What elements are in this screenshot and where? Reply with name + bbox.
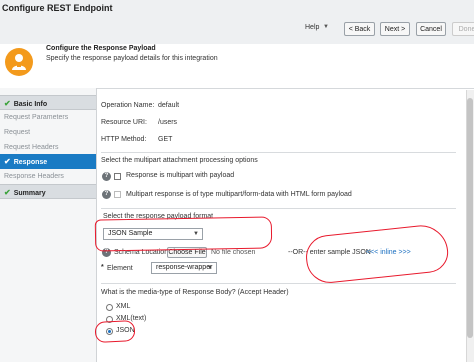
sidebar-item-label: Summary <box>13 190 46 197</box>
sidebar-item-response[interactable]: ✔ Response <box>0 154 96 169</box>
element-value: response-wrapper <box>156 264 213 271</box>
http-method-value: GET <box>158 136 173 143</box>
media-type-heading: What is the media-type of Response Body?… <box>101 289 289 296</box>
done-button[interactable]: Done <box>452 22 474 36</box>
chevron-down-icon[interactable]: ▼ <box>323 24 329 30</box>
operation-name-value: default <box>158 102 180 109</box>
section-divider <box>101 208 456 209</box>
element-select[interactable]: response-wrapper ▼ <box>151 262 217 274</box>
sidebar-item-label: Basic Info <box>13 101 48 108</box>
page-subtitle: Specify the response payload details for… <box>46 55 218 62</box>
cancel-button[interactable]: Cancel <box>416 22 446 36</box>
checkmark-icon: ✔ <box>4 188 11 197</box>
help-icon[interactable]: ? <box>102 172 111 181</box>
chevron-down-icon: ▼ <box>207 265 213 271</box>
required-asterisk: * <box>101 264 104 271</box>
annotation-circle-format <box>94 216 273 252</box>
element-label: Element <box>107 265 133 272</box>
scrollbar-thumb[interactable] <box>467 98 473 338</box>
help-menu[interactable]: Help <box>305 24 319 31</box>
sidebar-item-label: Request Parameters <box>4 114 69 121</box>
page-title: Configure the Response Payload <box>46 45 156 52</box>
multipart-form-data-label: Multipart response is of type multipart/… <box>126 191 352 198</box>
sidebar-item-summary[interactable]: ✔ Summary <box>0 184 96 199</box>
multipart-heading: Select the multipart attachment processi… <box>101 157 258 164</box>
multipart-form-data-checkbox[interactable] <box>114 191 121 198</box>
sidebar-item-request[interactable]: Request <box>0 125 96 140</box>
checkmark-icon: ✔ <box>4 99 11 108</box>
sidebar-item-label: Request Headers <box>4 144 59 151</box>
resource-uri-label: Resource URI: <box>101 119 147 126</box>
back-button[interactable]: < Back <box>344 22 375 36</box>
next-button[interactable]: Next > <box>380 22 410 36</box>
resource-uri-value: /users <box>158 119 178 126</box>
sidebar-item-label: Request <box>4 129 31 136</box>
checkmark-icon: ✔ <box>4 157 11 166</box>
window-title: Configure REST Endpoint <box>2 3 113 13</box>
sidebar-item-request-headers[interactable]: Request Headers <box>0 140 96 155</box>
annotation-circle-inline <box>303 222 451 286</box>
section-divider <box>101 152 456 153</box>
http-method-label: HTTP Method: <box>101 136 147 143</box>
sidebar-item-basic-info[interactable]: ✔ Basic Info <box>0 95 96 110</box>
sidebar-item-label: Response Headers <box>4 173 64 180</box>
operation-name-label: Operation Name: <box>101 102 155 109</box>
section-divider <box>101 283 456 284</box>
multipart-payload-label: Response is multipart with payload <box>126 172 235 179</box>
no-file-chosen-text: No file chosen <box>211 249 256 256</box>
sidebar-item-request-parameters[interactable]: Request Parameters <box>0 110 96 125</box>
help-icon[interactable]: ? <box>102 190 111 199</box>
annotation-circle-json <box>94 319 136 344</box>
sidebar-item-response-headers[interactable]: Response Headers <box>0 169 96 184</box>
sidebar-item-label: Response <box>13 159 48 166</box>
media-xml-label: XML <box>116 303 131 310</box>
payload-icon <box>5 48 33 76</box>
media-xml-radio[interactable] <box>106 304 113 311</box>
multipart-payload-checkbox[interactable] <box>114 173 121 180</box>
